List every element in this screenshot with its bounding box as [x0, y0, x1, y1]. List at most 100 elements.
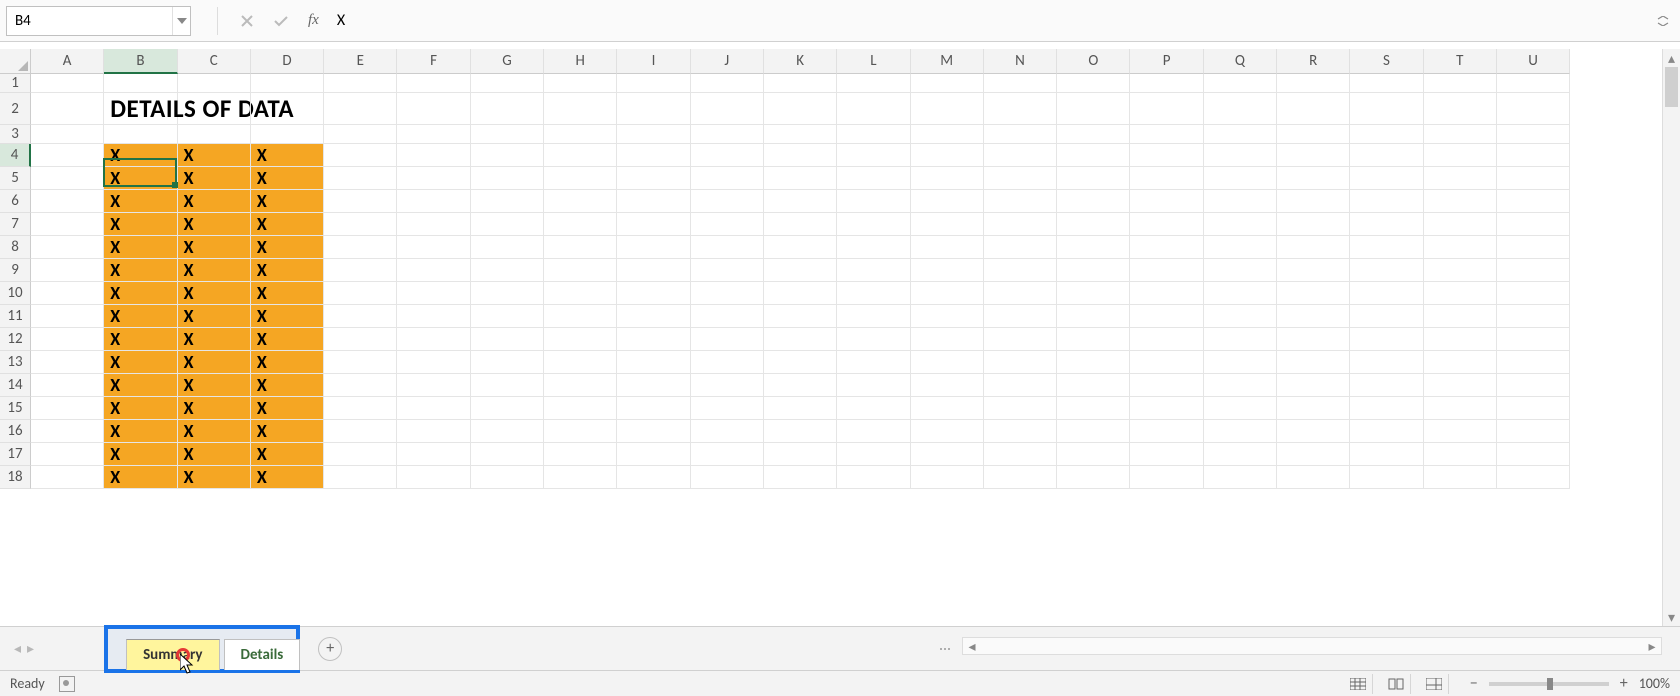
cell-J12[interactable]: [691, 328, 764, 351]
cell-D6[interactable]: X: [251, 190, 324, 213]
row-header-5[interactable]: 5: [0, 167, 31, 190]
cell-K2[interactable]: [764, 93, 837, 125]
cell-J8[interactable]: [691, 236, 764, 259]
cell-D7[interactable]: X: [251, 213, 324, 236]
select-all-corner[interactable]: [0, 49, 31, 74]
cell-M12[interactable]: [911, 328, 984, 351]
cell-A17[interactable]: [31, 443, 104, 466]
row-header-12[interactable]: 12: [0, 328, 31, 351]
cell-A11[interactable]: [31, 305, 104, 328]
cell-S18[interactable]: [1350, 466, 1423, 489]
cell-C3[interactable]: [178, 125, 251, 144]
cell-S16[interactable]: [1350, 420, 1423, 443]
cell-E6[interactable]: [324, 190, 397, 213]
cell-G3[interactable]: [471, 125, 544, 144]
row-header-11[interactable]: 11: [0, 305, 31, 328]
cell-T16[interactable]: [1424, 420, 1497, 443]
col-header-O[interactable]: O: [1057, 49, 1130, 74]
cell-S11[interactable]: [1350, 305, 1423, 328]
cell-C18[interactable]: X: [178, 466, 251, 489]
cell-N4[interactable]: [984, 144, 1057, 167]
row-header-9[interactable]: 9: [0, 259, 31, 282]
cell-M1[interactable]: [911, 74, 984, 93]
cancel-icon[interactable]: [234, 8, 260, 34]
cell-R13[interactable]: [1277, 351, 1350, 374]
cell-F2[interactable]: [397, 93, 470, 125]
cell-C13[interactable]: X: [178, 351, 251, 374]
cell-J16[interactable]: [691, 420, 764, 443]
cell-R7[interactable]: [1277, 213, 1350, 236]
cell-E4[interactable]: [324, 144, 397, 167]
zoom-value[interactable]: 100%: [1639, 675, 1670, 692]
cell-A10[interactable]: [31, 282, 104, 305]
cell-R5[interactable]: [1277, 167, 1350, 190]
cell-H9[interactable]: [544, 259, 617, 282]
cell-D10[interactable]: X: [251, 282, 324, 305]
name-box-input[interactable]: [7, 12, 172, 30]
cell-Q16[interactable]: [1204, 420, 1277, 443]
cell-O15[interactable]: [1057, 397, 1130, 420]
cell-I3[interactable]: [617, 125, 690, 144]
cell-M5[interactable]: [911, 167, 984, 190]
cell-D5[interactable]: X: [251, 167, 324, 190]
cell-N9[interactable]: [984, 259, 1057, 282]
formula-input[interactable]: [333, 11, 1644, 30]
cell-E14[interactable]: [324, 374, 397, 397]
cell-M8[interactable]: [911, 236, 984, 259]
cell-C1[interactable]: [178, 74, 251, 93]
cell-G14[interactable]: [471, 374, 544, 397]
cell-R10[interactable]: [1277, 282, 1350, 305]
cell-Q10[interactable]: [1204, 282, 1277, 305]
cell-Q17[interactable]: [1204, 443, 1277, 466]
cell-O14[interactable]: [1057, 374, 1130, 397]
cell-T9[interactable]: [1424, 259, 1497, 282]
cell-L12[interactable]: [837, 328, 910, 351]
col-header-N[interactable]: N: [984, 49, 1057, 74]
cell-T10[interactable]: [1424, 282, 1497, 305]
cell-N18[interactable]: [984, 466, 1057, 489]
cell-U1[interactable]: [1497, 74, 1570, 93]
cell-T15[interactable]: [1424, 397, 1497, 420]
cell-K17[interactable]: [764, 443, 837, 466]
cell-C17[interactable]: X: [178, 443, 251, 466]
cell-N13[interactable]: [984, 351, 1057, 374]
cell-A7[interactable]: [31, 213, 104, 236]
cell-E7[interactable]: [324, 213, 397, 236]
row-header-7[interactable]: 7: [0, 213, 31, 236]
row-header-10[interactable]: 10: [0, 282, 31, 305]
cell-U3[interactable]: [1497, 125, 1570, 144]
row-header-6[interactable]: 6: [0, 190, 31, 213]
cell-N6[interactable]: [984, 190, 1057, 213]
view-page-layout-icon[interactable]: [1383, 674, 1411, 694]
cell-L16[interactable]: [837, 420, 910, 443]
cell-D15[interactable]: X: [251, 397, 324, 420]
cell-C16[interactable]: X: [178, 420, 251, 443]
cell-O6[interactable]: [1057, 190, 1130, 213]
cell-C9[interactable]: X: [178, 259, 251, 282]
cell-J9[interactable]: [691, 259, 764, 282]
cell-F1[interactable]: [397, 74, 470, 93]
cell-A8[interactable]: [31, 236, 104, 259]
cell-B5[interactable]: X: [104, 167, 177, 190]
cell-N15[interactable]: [984, 397, 1057, 420]
tab-next-icon[interactable]: ▸: [27, 640, 34, 657]
cell-O2[interactable]: [1057, 93, 1130, 125]
cell-Q5[interactable]: [1204, 167, 1277, 190]
zoom-in-button[interactable]: +: [1617, 674, 1631, 693]
cell-E15[interactable]: [324, 397, 397, 420]
cell-B4[interactable]: X: [104, 144, 177, 167]
cell-U4[interactable]: [1497, 144, 1570, 167]
cell-H10[interactable]: [544, 282, 617, 305]
cell-Q3[interactable]: [1204, 125, 1277, 144]
cell-G15[interactable]: [471, 397, 544, 420]
cell-N5[interactable]: [984, 167, 1057, 190]
cell-D3[interactable]: [251, 125, 324, 144]
cell-E3[interactable]: [324, 125, 397, 144]
cell-S14[interactable]: [1350, 374, 1423, 397]
row-header-3[interactable]: 3: [0, 125, 31, 144]
cell-I10[interactable]: [617, 282, 690, 305]
cell-A2[interactable]: [31, 93, 104, 125]
cell-I4[interactable]: [617, 144, 690, 167]
col-header-P[interactable]: P: [1130, 49, 1203, 74]
cell-L4[interactable]: [837, 144, 910, 167]
